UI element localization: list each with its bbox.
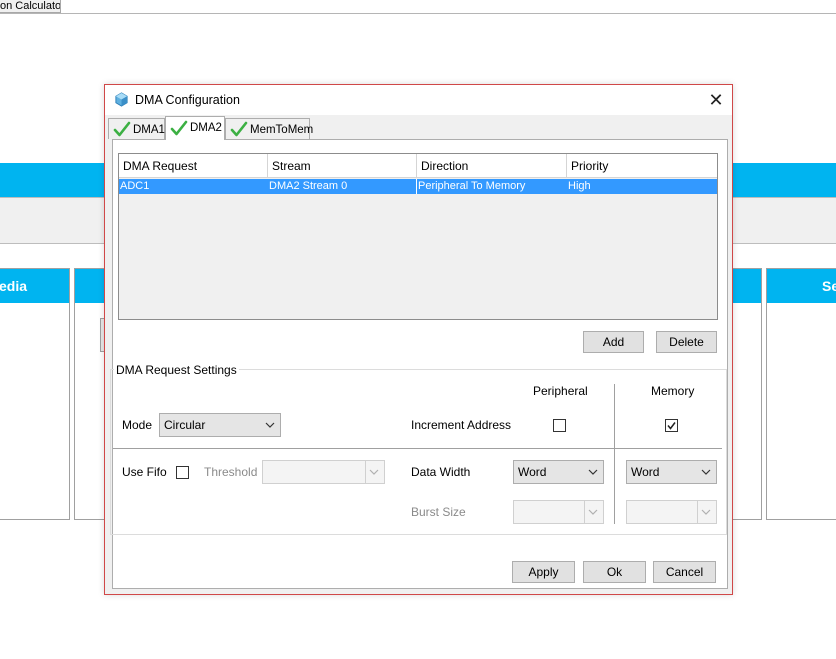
cell-direction: Peripheral To Memory — [416, 179, 567, 194]
add-button[interactable]: Add — [583, 331, 644, 353]
checkmark-icon — [113, 121, 131, 137]
data-width-peripheral-select[interactable]: Word — [513, 460, 604, 484]
tab-label: DMA1 — [133, 124, 165, 136]
increment-address-label: Increment Address — [411, 418, 512, 432]
settings-group-title: DMA Request Settings — [114, 363, 239, 377]
data-width-peripheral-value: Word — [518, 465, 547, 479]
chevron-down-icon — [588, 469, 598, 475]
column-header-stream[interactable]: Stream — [268, 154, 417, 178]
mode-select-value: Circular — [164, 418, 206, 432]
cancel-button[interactable]: Cancel — [653, 561, 716, 583]
dma-configuration-dialog: DMA Configuration ✕ DMA1 DMA2 MemToMem D… — [104, 84, 733, 595]
threshold-select[interactable] — [262, 460, 385, 484]
background-panel-left: edia — [0, 268, 70, 520]
threshold-label: Threshold — [204, 465, 258, 479]
chevron-down-icon — [265, 422, 275, 428]
cell-priority: High — [568, 180, 591, 192]
data-width-memory-select[interactable]: Word — [626, 460, 717, 484]
cell-stream: DMA2 Stream 0 — [269, 180, 348, 192]
panel-right-header: Se — [767, 269, 836, 303]
burst-size-label: Burst Size — [411, 505, 466, 519]
checkmark-icon — [170, 120, 188, 136]
column-header-direction[interactable]: Direction — [417, 154, 567, 178]
dma-request-table[interactable]: DMA Request Stream Direction Priority AD… — [118, 153, 718, 320]
background-tab[interactable]: on Calculator — [0, 0, 61, 13]
data-width-memory-value: Word — [631, 465, 660, 479]
burst-size-memory-select[interactable] — [626, 500, 717, 524]
column-header-priority[interactable]: Priority — [567, 154, 717, 178]
ok-button[interactable]: Ok — [583, 561, 646, 583]
chevron-down-icon — [369, 469, 379, 475]
background-panel-right: Se — [766, 268, 836, 520]
increment-memory-checkbox[interactable] — [665, 419, 678, 432]
table-row[interactable]: ADC1 DMA2 Stream 0 Peripheral To Memory … — [119, 179, 717, 194]
mode-select[interactable]: Circular — [159, 413, 281, 437]
dialog-titlebar[interactable]: DMA Configuration ✕ — [105, 85, 732, 115]
dialog-title: DMA Configuration — [135, 93, 240, 107]
use-fifo-checkbox[interactable] — [176, 466, 189, 479]
tab-bar-divider — [0, 13, 836, 14]
burst-size-peripheral-select[interactable] — [513, 500, 604, 524]
close-icon[interactable]: ✕ — [705, 90, 727, 110]
tab-memtomem[interactable]: MemToMem — [225, 118, 314, 139]
apply-button[interactable]: Apply — [512, 561, 575, 583]
checkmark-icon — [667, 422, 676, 430]
delete-button[interactable]: Delete — [656, 331, 717, 353]
cube-app-icon — [115, 92, 128, 107]
chevron-down-icon — [701, 509, 711, 515]
peripheral-column-label: Peripheral — [533, 384, 588, 398]
memory-column-label: Memory — [651, 384, 695, 398]
chevron-down-icon — [588, 509, 598, 515]
data-width-label: Data Width — [411, 465, 471, 479]
column-header-dma-request[interactable]: DMA Request — [119, 154, 268, 178]
settings-horizontal-divider — [113, 448, 722, 449]
chevron-down-icon — [701, 469, 711, 475]
panel-right-a-header — [731, 269, 761, 303]
tab-dma1[interactable]: DMA1 — [108, 118, 165, 139]
tab-label: DMA2 — [190, 122, 222, 134]
increment-peripheral-checkbox[interactable] — [553, 419, 566, 432]
use-fifo-label: Use Fifo — [122, 465, 167, 479]
mode-label: Mode — [122, 418, 153, 432]
checkmark-icon — [230, 121, 248, 137]
tab-label: MemToMem — [250, 124, 314, 136]
settings-vertical-divider — [614, 384, 615, 524]
background-panel-right-a — [730, 268, 762, 520]
panel-left-header: edia — [0, 269, 69, 303]
cell-dma-request: ADC1 — [120, 180, 150, 192]
tab-dma2[interactable]: DMA2 — [165, 116, 225, 140]
